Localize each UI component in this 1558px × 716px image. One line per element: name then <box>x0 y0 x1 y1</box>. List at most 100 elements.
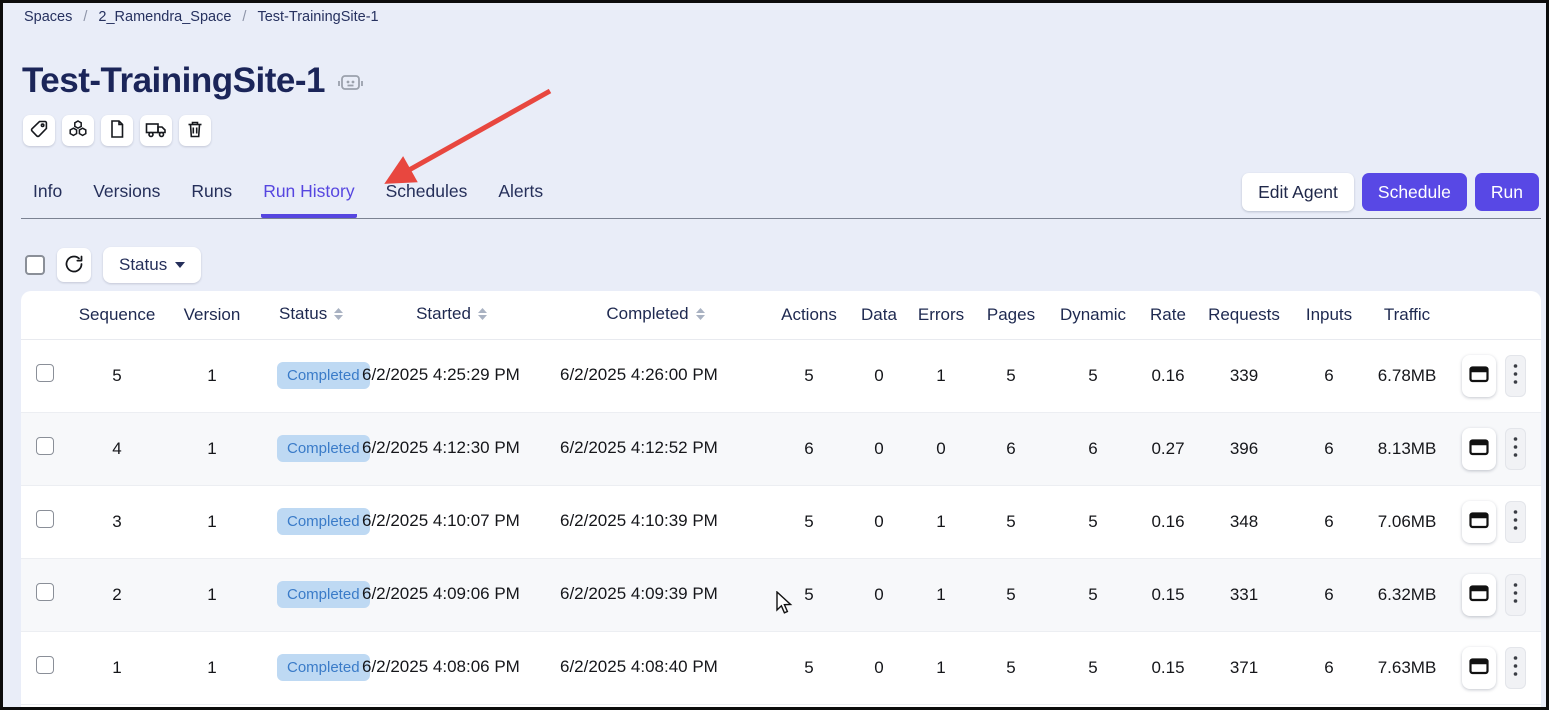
tab-run-history[interactable]: Run History <box>261 181 356 218</box>
cell-requests: 331 <box>1191 558 1297 631</box>
column-header-actions: Actions <box>761 291 857 339</box>
cell-dynamic: 5 <box>1041 485 1145 558</box>
open-run-button[interactable] <box>1462 647 1496 689</box>
cell-completed: 6/2/2025 4:26:00 PM <box>551 339 761 412</box>
breadcrumb-agent[interactable]: Test-TrainingSite-1 <box>257 9 378 25</box>
cell-requests: 339 <box>1191 339 1297 412</box>
cell-version: 1 <box>165 485 259 558</box>
cell-data: 0 <box>857 485 901 558</box>
refresh-button[interactable] <box>57 248 91 282</box>
cell-actions: 5 <box>761 558 857 631</box>
export-button[interactable] <box>140 115 172 146</box>
column-header-completed[interactable]: Completed <box>551 291 761 339</box>
column-header-status[interactable]: Status <box>259 291 353 339</box>
cell-sequence: 4 <box>69 412 165 485</box>
cell-rate: 0.15 <box>1145 558 1191 631</box>
sort-icon <box>333 306 344 325</box>
tab-schedules[interactable]: Schedules <box>384 181 470 218</box>
row-menu-button[interactable] <box>1505 501 1526 543</box>
document-button[interactable] <box>101 115 133 146</box>
status-badge: Completed <box>277 581 370 608</box>
schedule-button[interactable]: Schedule <box>1362 173 1467 211</box>
cell-errors: 1 <box>901 558 981 631</box>
kebab-icon <box>1513 582 1518 607</box>
cell-started: 6/2/2025 4:08:06 PM <box>353 631 551 704</box>
open-run-button[interactable] <box>1462 501 1496 543</box>
row-menu-button[interactable] <box>1505 647 1526 689</box>
cell-errors: 0 <box>901 412 981 485</box>
modules-button[interactable] <box>62 115 94 146</box>
open-run-button[interactable] <box>1462 355 1496 397</box>
document-icon <box>107 119 127 142</box>
row-checkbox[interactable] <box>36 510 54 528</box>
cell-started: 6/2/2025 4:10:07 PM <box>353 485 551 558</box>
breadcrumb-spaces[interactable]: Spaces <box>24 9 72 25</box>
cell-dynamic: 5 <box>1041 339 1145 412</box>
row-checkbox[interactable] <box>36 364 54 382</box>
cell-actions: 5 <box>761 485 857 558</box>
cell-inputs: 6 <box>1297 485 1361 558</box>
cell-rate: 0.27 <box>1145 412 1191 485</box>
cell-version: 1 <box>165 412 259 485</box>
row-checkbox[interactable] <box>36 583 54 601</box>
tab-alerts[interactable]: Alerts <box>496 181 545 218</box>
column-header-requests: Requests <box>1191 291 1297 339</box>
row-checkbox[interactable] <box>36 656 54 674</box>
open-run-button[interactable] <box>1462 574 1496 616</box>
chevron-down-icon <box>175 262 185 268</box>
breadcrumb-space[interactable]: 2_Ramendra_Space <box>98 9 231 25</box>
row-checkbox[interactable] <box>36 437 54 455</box>
agent-toolbar <box>23 115 211 146</box>
column-header-pages: Pages <box>981 291 1041 339</box>
breadcrumb-separator: / <box>83 9 87 25</box>
tag-icon <box>29 119 49 142</box>
run-button[interactable]: Run <box>1475 173 1539 211</box>
row-menu-button[interactable] <box>1505 428 1526 470</box>
cell-traffic: 7.63MB <box>1361 631 1453 704</box>
truck-icon <box>145 119 167 142</box>
sort-icon <box>477 306 488 325</box>
status-filter-label: Status <box>119 255 167 275</box>
select-all-checkbox[interactable] <box>25 255 45 275</box>
sort-icon <box>695 306 706 325</box>
cubes-icon <box>68 119 88 142</box>
robot-icon <box>337 70 364 99</box>
header-select <box>21 291 69 339</box>
column-header-inputs: Inputs <box>1297 291 1361 339</box>
tab-versions[interactable]: Versions <box>91 181 162 218</box>
cell-requests: 371 <box>1191 631 1297 704</box>
cell-requests: 396 <box>1191 412 1297 485</box>
column-header-started[interactable]: Started <box>353 291 551 339</box>
cell-sequence: 2 <box>69 558 165 631</box>
cell-inputs: 6 <box>1297 412 1361 485</box>
cell-pages: 6 <box>981 412 1041 485</box>
window-icon <box>1469 439 1489 459</box>
cell-rate: 0.16 <box>1145 339 1191 412</box>
table-row: 3 1 Completed 6/2/2025 4:10:07 PM 6/2/20… <box>21 485 1541 558</box>
window-icon <box>1469 366 1489 386</box>
row-menu-button[interactable] <box>1505 355 1526 397</box>
cell-traffic: 6.78MB <box>1361 339 1453 412</box>
delete-button[interactable] <box>179 115 211 146</box>
cell-pages: 5 <box>981 339 1041 412</box>
cell-completed: 6/2/2025 4:10:39 PM <box>551 485 761 558</box>
cell-data: 0 <box>857 558 901 631</box>
cell-sequence: 5 <box>69 339 165 412</box>
column-header-sequence: Sequence <box>69 291 165 339</box>
cell-version: 1 <box>165 558 259 631</box>
row-menu-button[interactable] <box>1505 574 1526 616</box>
tag-button[interactable] <box>23 115 55 146</box>
cell-inputs: 6 <box>1297 631 1361 704</box>
status-filter-dropdown[interactable]: Status <box>103 247 201 283</box>
kebab-icon <box>1513 436 1518 461</box>
open-run-button[interactable] <box>1462 428 1496 470</box>
cell-requests: 348 <box>1191 485 1297 558</box>
cell-errors: 1 <box>901 631 981 704</box>
cell-completed: 6/2/2025 4:12:52 PM <box>551 412 761 485</box>
tab-runs[interactable]: Runs <box>189 181 234 218</box>
edit-agent-button[interactable]: Edit Agent <box>1242 173 1354 211</box>
cell-status: Completed <box>259 339 353 412</box>
cell-actions: 5 <box>761 339 857 412</box>
cell-dynamic: 6 <box>1041 412 1145 485</box>
tab-info[interactable]: Info <box>31 181 64 218</box>
